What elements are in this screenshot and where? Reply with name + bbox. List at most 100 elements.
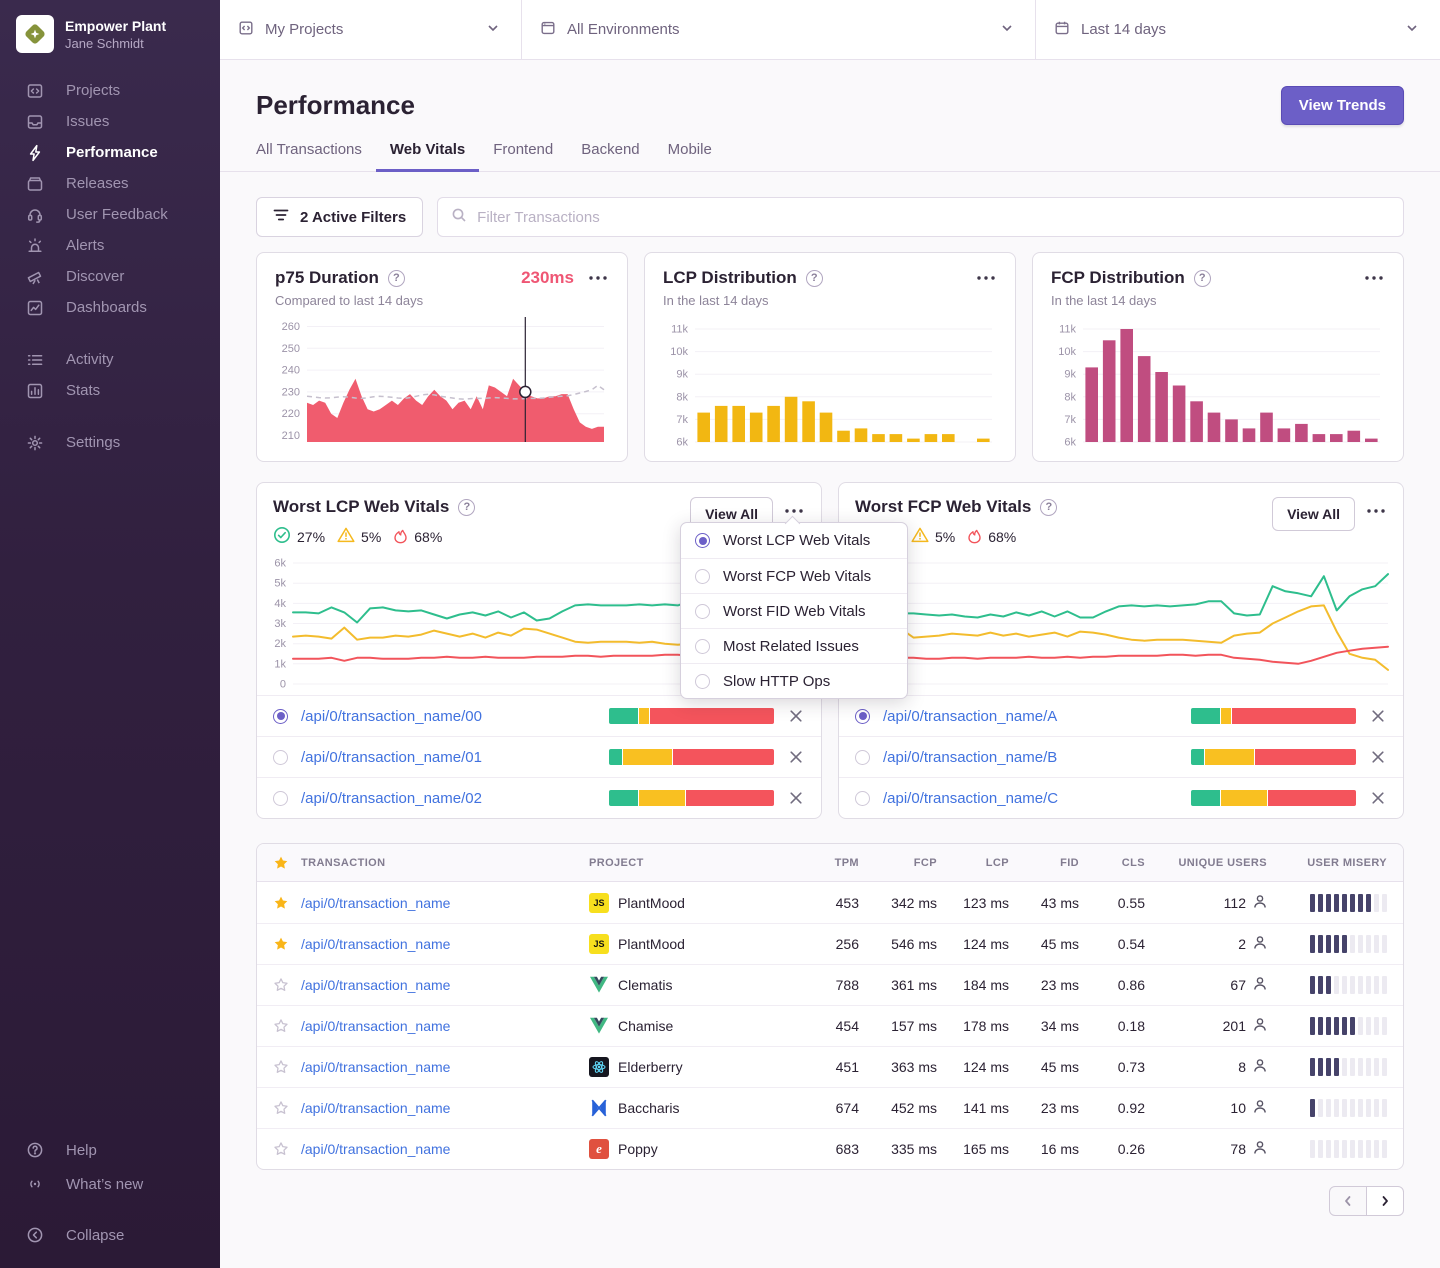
close-icon[interactable] [787,748,805,766]
help-icon[interactable]: ? [1040,499,1057,516]
project-cell[interactable]: Chamise [589,1016,795,1036]
transaction-link[interactable]: /api/0/transaction_name/A [883,708,1178,725]
sidebar-item-projects[interactable]: Projects [26,75,220,106]
col-project[interactable]: PROJECT [589,857,795,869]
transaction-link[interactable]: /api/0/transaction_name [301,1141,450,1157]
date-range-selector[interactable]: Last 14 days [1035,0,1440,59]
star-outline-icon[interactable] [273,1059,289,1075]
transaction-link[interactable]: /api/0/transaction_name [301,1018,450,1034]
transaction-link[interactable]: /api/0/transaction_name [301,936,450,952]
environment-selector[interactable]: All Environments [521,0,1035,59]
transactions-table: TRANSACTION PROJECT TPM FCP LCP FID CLS … [256,843,1404,1170]
star-outline-icon[interactable] [273,977,289,993]
star-outline-icon[interactable] [273,1018,289,1034]
calendar-icon [1054,20,1070,40]
radio-button[interactable] [855,750,870,765]
sidebar-item-performance[interactable]: Performance [26,137,220,168]
close-icon[interactable] [1369,707,1387,725]
card-menu-button[interactable] [1363,272,1385,284]
tab-frontend[interactable]: Frontend [479,141,567,172]
help-icon[interactable]: ? [458,499,475,516]
radio-button[interactable] [273,750,288,765]
search-input[interactable] [477,209,1390,226]
sidebar-item-activity[interactable]: Activity [26,344,220,375]
sidebar-item-settings[interactable]: Settings [26,427,220,458]
project-cell[interactable]: Clematis [589,975,795,995]
sidebar-item-alerts[interactable]: Alerts [26,230,220,261]
sidebar-item-help[interactable]: Help [26,1133,220,1167]
dropdown-option-worst-lcp-web-vitals[interactable]: Worst LCP Web Vitals [681,523,907,558]
sidebar-item-discover[interactable]: Discover [26,261,220,292]
col-tpm[interactable]: TPM [795,857,859,869]
tab-all-transactions[interactable]: All Transactions [242,141,376,172]
transaction-link[interactable]: /api/0/transaction_name [301,1100,450,1116]
worst-fcp-chart[interactable]: 01k2k3k4k5k6k [843,551,1393,691]
previous-page-button[interactable] [1329,1186,1367,1216]
lcp-distribution-chart[interactable]: 6k7k8k9k10k11k [663,314,997,449]
col-transaction[interactable]: TRANSACTION [301,857,589,869]
tab-web-vitals[interactable]: Web Vitals [376,141,479,172]
star-filled-icon[interactable] [273,895,289,911]
radio-button[interactable] [273,791,288,806]
project-cell[interactable]: JSPlantMood [589,893,795,913]
col-user-misery[interactable]: USER MISERY [1267,857,1403,869]
card-menu-button[interactable] [587,272,609,284]
close-icon[interactable] [787,707,805,725]
panel-menu-button[interactable] [1365,505,1387,517]
star-filled-icon[interactable] [273,936,289,952]
close-icon[interactable] [1369,789,1387,807]
dropdown-option-most-related-issues[interactable]: Most Related Issues [681,628,907,663]
fcp-distribution-chart[interactable]: 6k7k8k9k10k11k [1051,314,1385,449]
dropdown-option-worst-fcp-web-vitals[interactable]: Worst FCP Web Vitals [681,558,907,593]
radio-button[interactable] [855,709,870,724]
help-icon[interactable]: ? [388,270,405,287]
col-unique-users[interactable]: UNIQUE USERS [1145,857,1267,869]
project-cell[interactable]: ePoppy [589,1139,795,1159]
org-switcher[interactable]: Empower Plant Jane Schmidt [0,0,220,63]
dropdown-option-slow-http-ops[interactable]: Slow HTTP Ops [681,663,907,698]
sidebar-item-user-feedback[interactable]: User Feedback [26,199,220,230]
sidebar-item-stats[interactable]: Stats [26,375,220,406]
view-all-button[interactable]: View All [1272,497,1355,531]
star-outline-icon[interactable] [273,1100,289,1116]
transaction-link[interactable]: /api/0/transaction_name/C [883,790,1178,807]
col-cls[interactable]: CLS [1079,857,1145,869]
col-fid[interactable]: FID [1009,857,1079,869]
transaction-link[interactable]: /api/0/transaction_name [301,895,450,911]
help-icon[interactable]: ? [806,270,823,287]
project-cell[interactable]: JSPlantMood [589,934,795,954]
transaction-link[interactable]: /api/0/transaction_name/B [883,749,1178,766]
sidebar-item-collapse[interactable]: Collapse [26,1218,220,1252]
transaction-link[interactable]: /api/0/transaction_name/00 [301,708,596,725]
close-icon[interactable] [1369,748,1387,766]
project-selector[interactable]: My Projects [220,0,521,59]
help-icon[interactable]: ? [1194,270,1211,287]
col-lcp[interactable]: LCP [937,857,1009,869]
transaction-link[interactable]: /api/0/transaction_name/02 [301,790,596,807]
star-outline-icon[interactable] [273,1141,289,1157]
view-trends-button[interactable]: View Trends [1281,86,1404,125]
panel-menu-button[interactable] [783,505,805,517]
sidebar-item-releases[interactable]: Releases [26,168,220,199]
project-cell[interactable]: Elderberry [589,1057,795,1077]
col-fcp[interactable]: FCP [859,857,937,869]
next-page-button[interactable] [1366,1186,1404,1216]
dropdown-option-worst-fid-web-vitals[interactable]: Worst FID Web Vitals [681,593,907,628]
tab-mobile[interactable]: Mobile [654,141,726,172]
p75-duration-chart[interactable]: 210220230240250260 [275,314,609,449]
sidebar-item-issues[interactable]: Issues [26,106,220,137]
close-icon[interactable] [787,789,805,807]
meh-stat: 5% [911,526,955,547]
transaction-link[interactable]: /api/0/transaction_name/01 [301,749,596,766]
card-menu-button[interactable] [975,272,997,284]
sidebar-item-what-s-new[interactable]: What’s new [26,1167,220,1201]
transaction-link[interactable]: /api/0/transaction_name [301,977,450,993]
project-cell[interactable]: Baccharis [589,1098,795,1118]
sidebar-item-dashboards[interactable]: Dashboards [26,292,220,323]
table-header: TRANSACTION PROJECT TPM FCP LCP FID CLS … [257,844,1403,882]
transaction-link[interactable]: /api/0/transaction_name [301,1059,450,1075]
tab-backend[interactable]: Backend [567,141,653,172]
radio-button[interactable] [273,709,288,724]
radio-button[interactable] [855,791,870,806]
active-filters-button[interactable]: 2 Active Filters [256,197,423,237]
